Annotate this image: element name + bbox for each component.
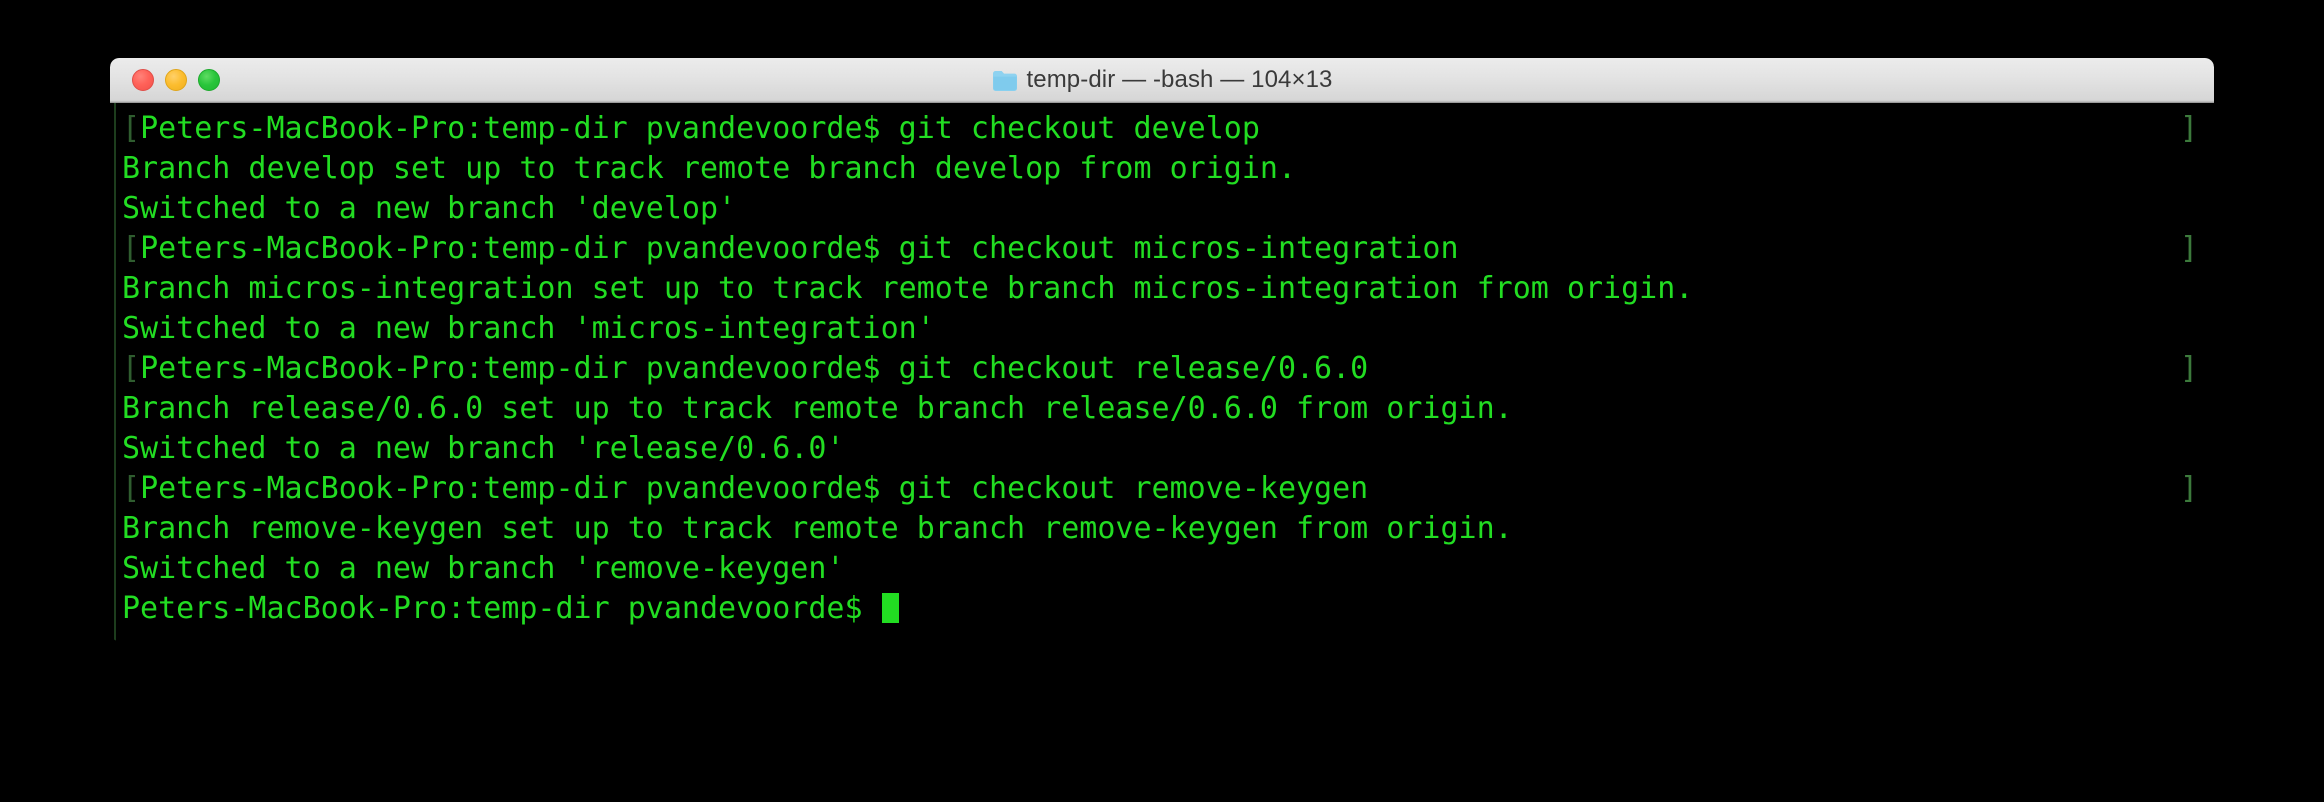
terminal-window[interactable]: temp-dir — -bash — 104×13 [Peters-MacBoo… (110, 58, 2214, 641)
terminal-line: [Peters-MacBook-Pro:temp-dir pvandevoord… (110, 349, 2214, 389)
prompt-start-marker: [ (122, 351, 141, 386)
terminal-line: Switched to a new branch 'micros-integra… (110, 309, 2214, 349)
prompt-start-marker: [ (122, 231, 141, 266)
prompt-end-marker: ] (2179, 111, 2198, 146)
terminal-output-text: Switched to a new branch 'release/0.6.0' (122, 431, 845, 466)
prompt-end-marker: ] (2179, 231, 2198, 266)
terminal-prompt-text: Peters-MacBook-Pro:temp-dir pvandevoorde… (122, 591, 881, 626)
prompt-end-marker: ] (2179, 471, 2198, 506)
terminal-output-text: Branch develop set up to track remote br… (122, 151, 1296, 186)
terminal-line: Branch release/0.6.0 set up to track rem… (110, 389, 2214, 429)
terminal-line-list: [Peters-MacBook-Pro:temp-dir pvandevoord… (110, 109, 2214, 629)
terminal-line: Switched to a new branch 'remove-keygen' (110, 549, 2214, 589)
terminal-line: Peters-MacBook-Pro:temp-dir pvandevoorde… (110, 589, 2214, 629)
terminal-line: [Peters-MacBook-Pro:temp-dir pvandevoord… (110, 109, 2214, 149)
close-button[interactable] (132, 69, 154, 91)
prompt-end-marker: ] (2179, 351, 2198, 386)
terminal-line: Branch remove-keygen set up to track rem… (110, 509, 2214, 549)
terminal-line: Branch develop set up to track remote br… (110, 149, 2214, 189)
terminal-output-text: Switched to a new branch 'develop' (122, 191, 737, 226)
maximize-button[interactable] (198, 69, 220, 91)
terminal-line: [Peters-MacBook-Pro:temp-dir pvandevoord… (110, 469, 2214, 509)
prompt-start-marker: [ (122, 111, 141, 146)
window-titlebar[interactable]: temp-dir — -bash — 104×13 (110, 58, 2214, 103)
terminal-output-text: Branch micros-integration set up to trac… (122, 271, 1694, 306)
minimize-button[interactable] (165, 69, 187, 91)
terminal-output-text: Switched to a new branch 'micros-integra… (122, 311, 935, 346)
prompt-start-marker: [ (122, 471, 141, 506)
terminal-output-text: Switched to a new branch 'remove-keygen' (122, 551, 845, 586)
terminal-line: [Peters-MacBook-Pro:temp-dir pvandevoord… (110, 229, 2214, 269)
terminal-output-area[interactable]: [Peters-MacBook-Pro:temp-dir pvandevoord… (110, 103, 2214, 641)
terminal-cursor (881, 593, 899, 623)
window-title-text: temp-dir — -bash — 104×13 (1026, 66, 1333, 93)
traffic-light-controls[interactable] (132, 58, 220, 102)
folder-icon (992, 70, 1018, 91)
terminal-prompt-text: Peters-MacBook-Pro:temp-dir pvandevoorde… (140, 111, 1260, 146)
terminal-line: Branch micros-integration set up to trac… (110, 269, 2214, 309)
terminal-output-text: Branch remove-keygen set up to track rem… (122, 511, 1513, 546)
terminal-prompt-text: Peters-MacBook-Pro:temp-dir pvandevoorde… (140, 351, 1369, 386)
terminal-prompt-text: Peters-MacBook-Pro:temp-dir pvandevoorde… (140, 231, 1459, 266)
terminal-line: Switched to a new branch 'release/0.6.0' (110, 429, 2214, 469)
terminal-prompt-text: Peters-MacBook-Pro:temp-dir pvandevoorde… (140, 471, 1369, 506)
terminal-line: Switched to a new branch 'develop' (110, 189, 2214, 229)
window-title-group: temp-dir — -bash — 104×13 (992, 66, 1333, 94)
terminal-output-text: Branch release/0.6.0 set up to track rem… (122, 391, 1513, 426)
